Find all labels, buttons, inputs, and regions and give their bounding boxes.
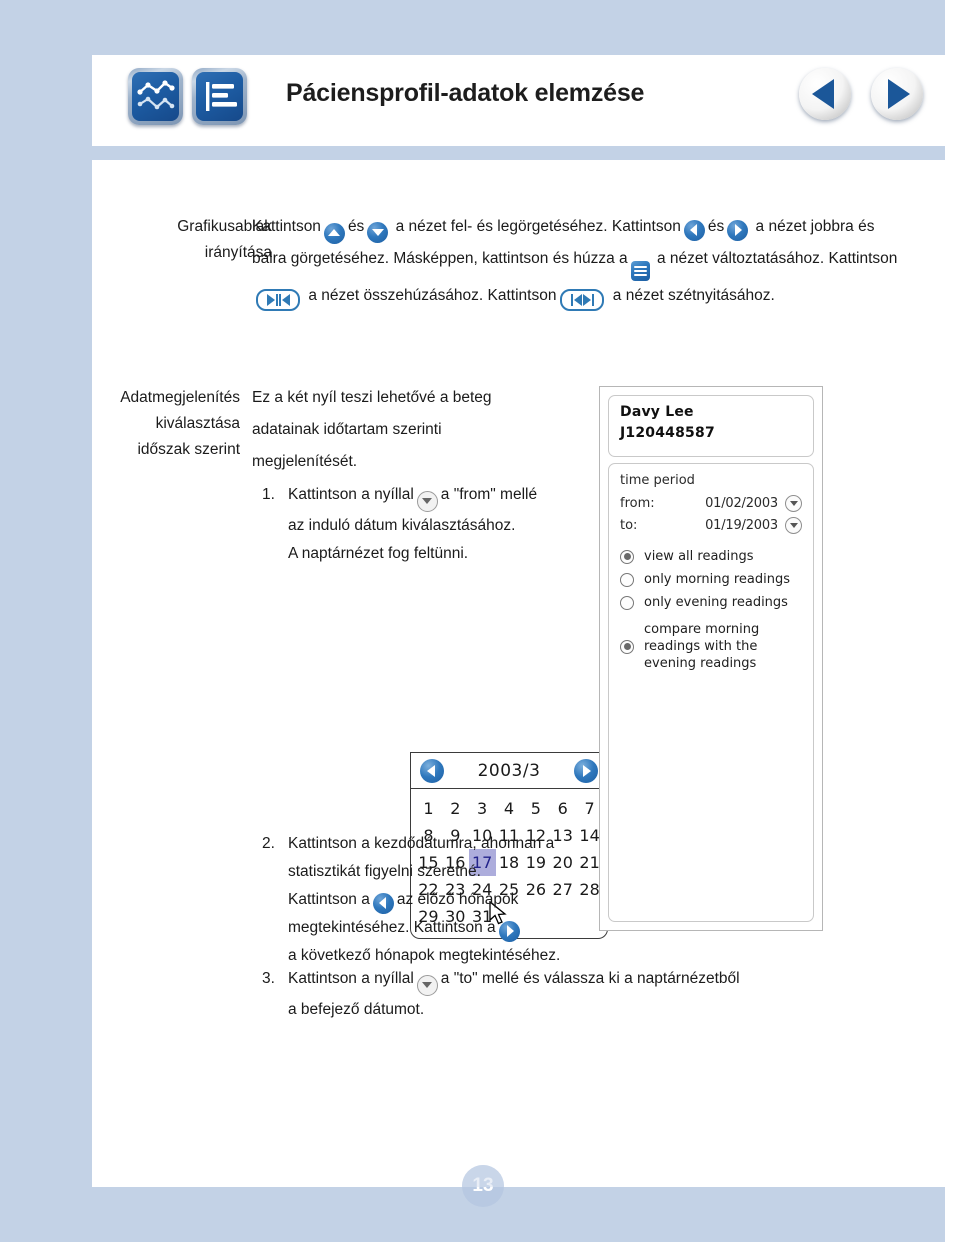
text-scroll-updown: a nézet fel- és legörgetéséhez. Kattints…: [395, 218, 681, 235]
next-month-arrow-icon[interactable]: [498, 920, 520, 942]
from-dropdown-button[interactable]: [785, 495, 802, 512]
step-1-line-2: az induló dátum kiválasztásához.: [288, 516, 516, 534]
patient-name: Davy Lee: [620, 404, 694, 420]
page-title: Páciensprofil-adatok elemzése: [286, 79, 645, 107]
step-1: 1. Kattintson a nyíllal a "from" mellé az…: [262, 481, 592, 570]
bar-list-icon: [192, 68, 247, 125]
step-2-line-3b: az előző hónapok: [396, 891, 519, 908]
radio-selected-icon[interactable]: [620, 549, 634, 564]
calendar-title: 2003/3: [477, 760, 541, 781]
step-3-line-2: a befejező dátumot.: [288, 1000, 425, 1018]
section-intro-data-display: Ez a két nyíl teszi lehetővé a beteg ada…: [252, 389, 492, 470]
section-body-graph-control: Kattintson és a nézet fel- és legörgetésé…: [252, 212, 912, 311]
step-3-number: 3.: [262, 970, 275, 987]
next-page-button[interactable]: [871, 68, 923, 120]
radio-unselected-icon[interactable]: [620, 572, 634, 587]
from-label: from:: [620, 496, 655, 511]
radio-selected-icon[interactable]: [620, 639, 634, 654]
graph-chart-icon: [128, 68, 183, 125]
step-3: 3. Kattintson a nyíllal a "to" mellé és v…: [262, 965, 902, 1026]
scroll-up-icon[interactable]: [323, 222, 345, 244]
section-label-graph-control: Grafikusablak irányítása: [177, 218, 272, 261]
patient-info-card: Davy Lee J120448587: [608, 395, 814, 457]
step-3-post: a "to" mellé és válassza ki a naptárnéze…: [440, 970, 740, 987]
radio-unselected-icon[interactable]: [620, 595, 634, 610]
step-2-line-4a: megtekintéséhez. Kattintson a: [288, 919, 496, 936]
calendar-next-month-button[interactable]: [574, 758, 598, 783]
to-value: 01/19/2003: [705, 518, 778, 533]
text-es-1: és: [347, 218, 365, 235]
scroll-right-icon[interactable]: [727, 219, 749, 241]
right-edge-strip: [945, 0, 960, 1242]
drag-handle-icon[interactable]: [630, 260, 650, 281]
step-3-pre: Kattintson a nyíllal: [288, 970, 414, 987]
step-2-line-1: Kattintson a kezdődátumra, ahonnan a: [288, 835, 555, 852]
dropdown-arrow-icon[interactable]: [416, 490, 438, 512]
section-label-data-display: Adatmegjelenítés kiválasztása időszak sz…: [120, 389, 240, 458]
chevron-right-icon: [888, 79, 910, 109]
text-change-view: a nézet változtatásához.: [657, 249, 825, 267]
radio-option[interactable]: compare morning readings with the evenin…: [620, 621, 802, 672]
text-kattintson-2: Kattintson: [828, 249, 898, 267]
text-expand-tail: a nézet szétnyitásához.: [612, 286, 775, 304]
header-navigation: [799, 68, 923, 120]
radio-option[interactable]: only evening readings: [620, 594, 802, 611]
scroll-left-icon[interactable]: [683, 219, 705, 241]
step-1-post: a "from" mellé: [440, 486, 538, 503]
collapse-view-icon[interactable]: [256, 288, 300, 311]
time-period-from-row: from: 01/02/2003: [620, 495, 802, 512]
page-root: Páciensprofil-adatok elemzése Grafikusab…: [0, 0, 960, 1242]
step-1-line-3: A naptárnézet fog feltünni.: [288, 544, 469, 562]
step-2: 2. Kattintson a kezdődátumra, ahonnan a …: [262, 830, 602, 972]
to-dropdown-button[interactable]: [785, 517, 802, 534]
time-period-to-row: to: 01/19/2003: [620, 517, 802, 534]
dropdown-arrow-icon-to[interactable]: [416, 974, 438, 996]
text-collapse-expand: a nézet összehúzásához. Kattintson: [308, 286, 557, 304]
time-period-card: time period from: 01/02/2003 to: 01/19/2…: [608, 463, 814, 922]
chevron-left-icon: [812, 79, 834, 109]
previous-page-button[interactable]: [799, 68, 851, 120]
patient-id: J120448587: [620, 425, 715, 441]
step-1-number: 1.: [262, 486, 275, 503]
calendar-header: 2003/3: [410, 752, 608, 789]
scroll-down-icon[interactable]: [367, 221, 389, 243]
radio-option-label: only morning readings: [644, 572, 790, 587]
radio-option-label: compare morning readings with the evenin…: [644, 622, 760, 671]
step-2-number: 2.: [262, 835, 275, 852]
prev-month-arrow-icon[interactable]: [372, 892, 394, 914]
calendar-day-cell[interactable]: 6: [549, 795, 576, 822]
calendar-day-cell[interactable]: 1: [415, 795, 442, 822]
step-2-line-2: statisztikát figyelni szeretné.: [288, 863, 481, 880]
calendar-day-cell[interactable]: 5: [522, 795, 549, 822]
calendar-day-cell[interactable]: 2: [442, 795, 469, 822]
calendar-week-row: 1234567: [415, 795, 603, 822]
radio-option-label: view all readings: [644, 549, 754, 564]
device-screenshot-panel: Davy Lee J120448587 time period from: 01…: [599, 386, 823, 931]
step-2-line-3a: Kattintson a: [288, 891, 370, 908]
step-1-pre: Kattintson a nyíllal: [288, 486, 414, 503]
calendar-day-cell[interactable]: 4: [496, 795, 523, 822]
to-label: to:: [620, 518, 638, 533]
readings-radio-group[interactable]: view all readings only morning readings on…: [620, 548, 802, 672]
page-header: Páciensprofil-adatok elemzése: [92, 55, 945, 146]
radio-option[interactable]: only morning readings: [620, 571, 802, 588]
time-period-title: time period: [620, 473, 695, 488]
expand-view-icon[interactable]: [560, 288, 605, 311]
radio-option[interactable]: view all readings: [620, 548, 802, 565]
header-app-icons: [128, 68, 247, 125]
text-es-2: és: [707, 218, 725, 235]
text-kattintson-1: Kattintson: [252, 218, 321, 235]
calendar-prev-month-button[interactable]: [420, 758, 444, 783]
calendar-day-cell[interactable]: 3: [469, 795, 496, 822]
radio-option-label: only evening readings: [644, 595, 788, 610]
from-value: 01/02/2003: [705, 496, 778, 511]
